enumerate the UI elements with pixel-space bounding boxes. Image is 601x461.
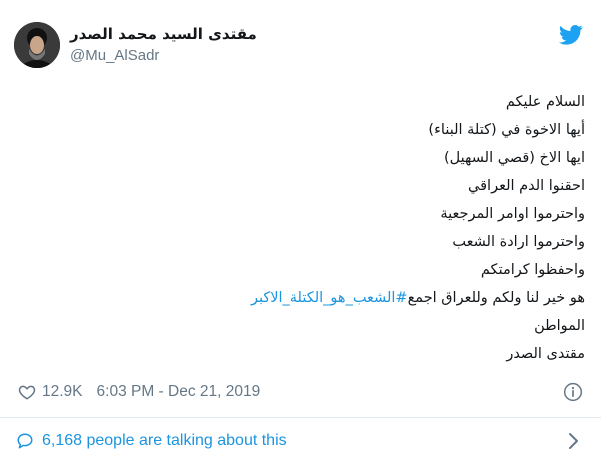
tweet-line: المواطن — [534, 318, 585, 334]
tweet-line-with-hashtag: هو خير لنا ولكم وللعراق اجمع#الشعب_هو_ال… — [25, 284, 585, 312]
talking-link[interactable]: 6,168 people are talking about this — [16, 429, 287, 453]
tweet-line: السلام عليكم — [505, 94, 585, 110]
tweet-line: واحفظوا كرامتكم — [480, 262, 585, 278]
tweet-line-text: هو خير لنا ولكم وللعراق اجمع — [407, 290, 585, 306]
tweet-line: واحترموا ارادة الشعب — [452, 234, 585, 250]
tweet-line: واحترموا اوامر المرجعية — [440, 206, 585, 222]
talking-text: 6,168 people are talking about this — [42, 432, 287, 449]
tweet-text: السلام عليكم أيها الاخوة في (كتلة البناء… — [25, 88, 585, 368]
speech-bubble-icon — [17, 433, 33, 449]
tweet-header: مقتدى السيد محمد الصدر @Mu_AlSadr — [14, 22, 589, 72]
user-handle[interactable]: @Mu_AlSadr — [70, 47, 257, 64]
author-names: مقتدى السيد محمد الصدر @Mu_AlSadr — [70, 25, 257, 64]
tweet-line: احقنوا الدم العراقي — [468, 178, 585, 194]
hashtag-link[interactable]: #الشعب_هو_الكتلة_الاكبر — [251, 290, 408, 306]
display-name[interactable]: مقتدى السيد محمد الصدر — [70, 25, 257, 43]
tweet-card: مقتدى السيد محمد الصدر @Mu_AlSadr السلام… — [0, 0, 601, 461]
info-icon[interactable] — [563, 382, 583, 402]
twitter-bird-icon[interactable] — [559, 24, 583, 46]
avatar[interactable] — [14, 22, 60, 68]
divider — [0, 417, 601, 418]
heart-icon[interactable] — [18, 383, 36, 401]
like-count[interactable]: 12.9K — [42, 383, 83, 401]
tweet-line: مقتدى الصدر — [506, 346, 585, 362]
tweet-line: أيها الاخوة في (كتلة البناء) — [428, 122, 585, 138]
chevron-right-icon[interactable] — [567, 432, 579, 450]
tweet-meta: 12.9K 6:03 PM - Dec 21, 2019 — [18, 380, 260, 404]
tweet-line: ايها الاخ (قصي السهيل) — [444, 150, 585, 166]
timestamp[interactable]: 6:03 PM - Dec 21, 2019 — [97, 383, 261, 401]
